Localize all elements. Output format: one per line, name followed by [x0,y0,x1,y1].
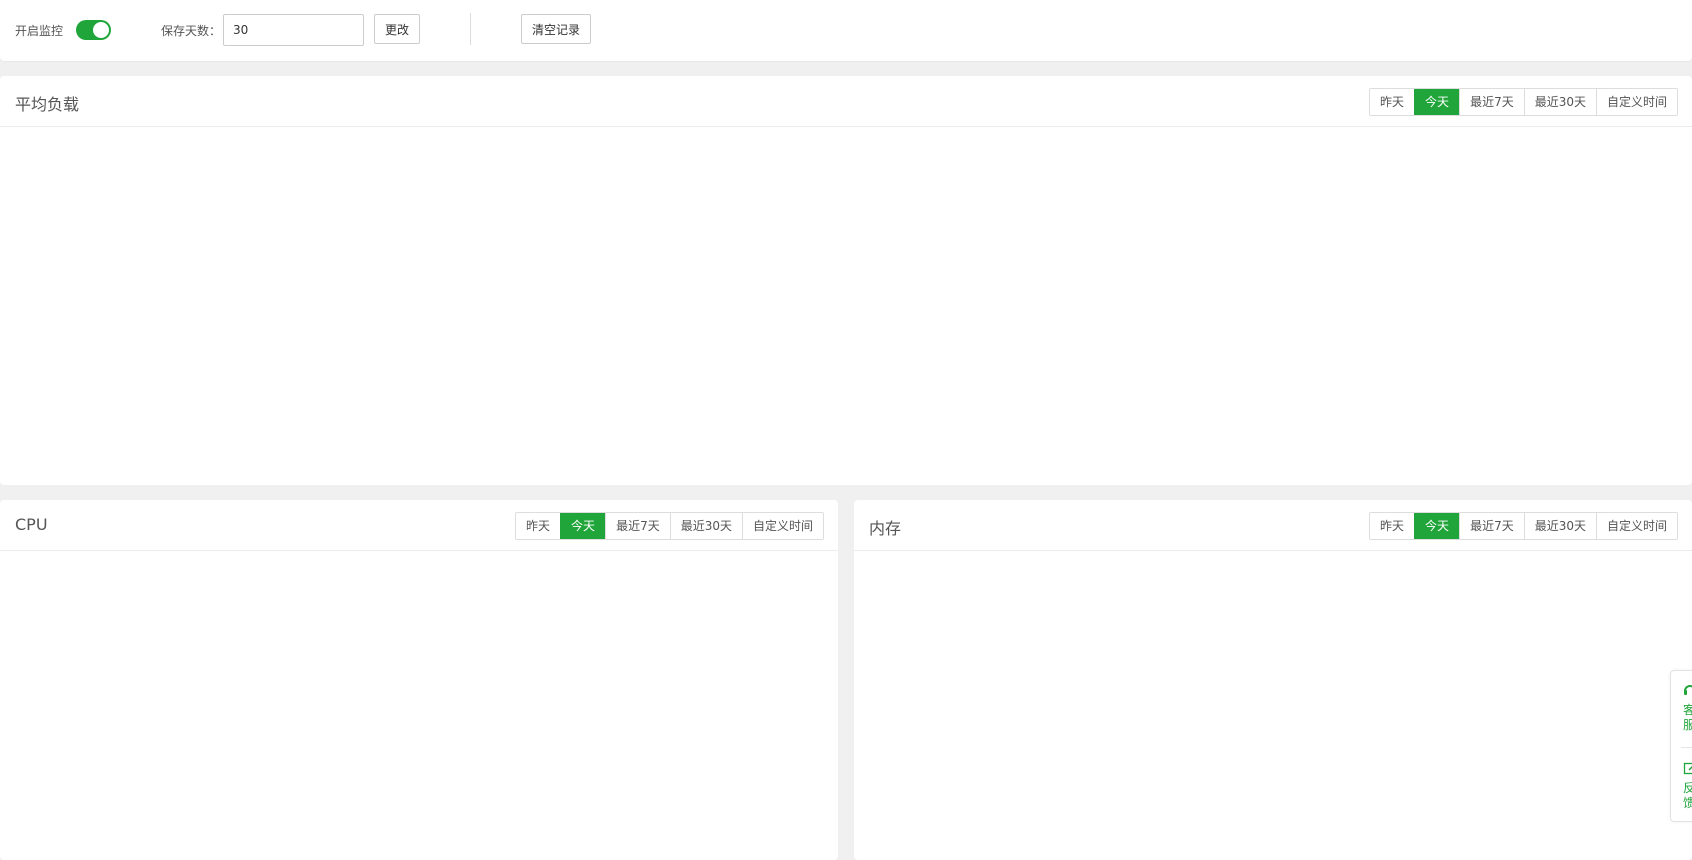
range-custom[interactable]: 自定义时间 [1596,89,1677,115]
panel-header-divider [0,126,1692,127]
clear-records-button[interactable]: 清空记录 [521,14,591,44]
panel-header-divider [0,550,838,551]
feedback-link[interactable]: 反馈 [1683,781,1692,811]
headset-icon[interactable] [1683,683,1692,697]
time-range-selector: 昨天 今天 最近7天 最近30天 自定义时间 [1369,512,1678,540]
save-days-input[interactable] [223,14,364,46]
toggle-knob [93,22,109,38]
range-today[interactable]: 今天 [560,513,605,539]
panel-title: 平均负载 [15,91,79,115]
edit-icon[interactable] [1683,761,1692,775]
range-7-days[interactable]: 最近7天 [1459,89,1524,115]
side-float-widget: 客服 反馈 [1670,670,1692,822]
toolbar-divider [470,13,471,45]
range-yesterday[interactable]: 昨天 [516,513,560,539]
time-range-selector: 昨天 今天 最近7天 最近30天 自定义时间 [515,512,824,540]
range-yesterday[interactable]: 昨天 [1370,89,1414,115]
panel-header-divider [854,550,1692,551]
panel-title: 内存 [869,515,901,539]
customer-service-link[interactable]: 客服 [1683,703,1692,733]
range-yesterday[interactable]: 昨天 [1370,513,1414,539]
range-30-days[interactable]: 最近30天 [1524,89,1596,115]
range-custom[interactable]: 自定义时间 [742,513,823,539]
cpu-panel: CPU 昨天 今天 最近7天 最近30天 自定义时间 [0,500,838,860]
range-30-days[interactable]: 最近30天 [670,513,742,539]
monitor-toggle[interactable] [76,20,111,40]
range-7-days[interactable]: 最近7天 [605,513,670,539]
load-average-panel: 平均负载 昨天 今天 最近7天 最近30天 自定义时间 [0,76,1692,485]
side-divider [1681,747,1692,748]
range-today[interactable]: 今天 [1414,513,1459,539]
save-days-label: 保存天数： [161,22,221,39]
panel-title: CPU [15,515,48,534]
time-range-selector: 昨天 今天 最近7天 最近30天 自定义时间 [1369,88,1678,116]
range-30-days[interactable]: 最近30天 [1524,513,1596,539]
range-7-days[interactable]: 最近7天 [1459,513,1524,539]
range-today[interactable]: 今天 [1414,89,1459,115]
monitor-switch-label: 开启监控 [15,22,63,39]
range-custom[interactable]: 自定义时间 [1596,513,1677,539]
monitor-toolbar: 开启监控 保存天数： 更改 清空记录 [0,0,1692,61]
memory-panel: 内存 昨天 今天 最近7天 最近30天 自定义时间 [854,500,1692,860]
change-button[interactable]: 更改 [374,14,420,44]
